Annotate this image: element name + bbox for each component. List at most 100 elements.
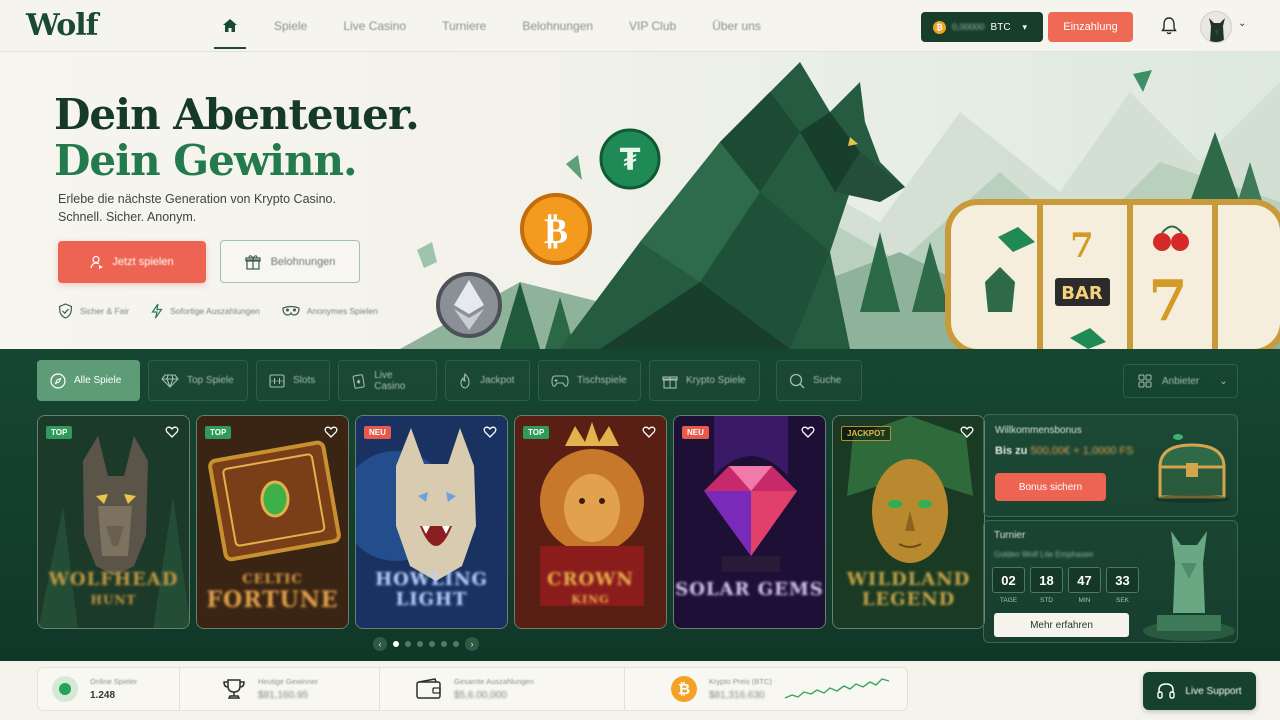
carousel-dot[interactable] <box>405 641 411 647</box>
rewards-label: Belohnungen <box>270 255 336 268</box>
account-chevron-icon[interactable]: ⌄ <box>1238 18 1246 29</box>
tab-slots[interactable]: Slots <box>256 360 330 401</box>
svg-text:₿: ₿ <box>544 211 568 252</box>
svg-text:7: 7 <box>1149 268 1188 334</box>
game-title: WOLFHEAD HUNT <box>38 570 189 610</box>
user-play-icon <box>90 255 104 269</box>
mask-icon <box>282 305 300 316</box>
tournament-panel: Turnier Golden Wolf Lite Emphasen 02 TAGE… <box>983 520 1238 643</box>
tab-all-games[interactable]: Alle Spiele <box>37 360 140 401</box>
tab-crypto-games[interactable]: Krypto Spiele <box>649 360 760 401</box>
tab-top-games[interactable]: Top Spiele <box>148 360 248 401</box>
games-section: Alle Spiele Top Spiele Slots Live Casino… <box>0 349 1280 661</box>
carousel-dot[interactable] <box>429 641 435 647</box>
wallet-icon <box>416 678 441 699</box>
carousel-next-button[interactable]: › <box>465 637 479 651</box>
slot-machine-icon <box>269 373 285 388</box>
online-status-icon <box>52 676 78 702</box>
learn-more-button[interactable]: Mehr erfahren <box>994 613 1129 637</box>
carousel-prev-button[interactable]: ‹ <box>373 637 387 651</box>
heart-icon[interactable] <box>324 425 338 439</box>
nav-item-belohnungen[interactable]: Belohnungen <box>522 19 593 33</box>
stat-online-players: Online Spieler 1.248 <box>38 668 180 710</box>
timer-days: 02 TAGE <box>992 567 1025 604</box>
timer-minutes: 47 MIN <box>1068 567 1101 604</box>
nav-item-live-casino[interactable]: Live Casino <box>343 19 406 33</box>
heart-icon[interactable] <box>483 425 497 439</box>
wallet-balance-dropdown[interactable]: ₿ 0,00000 BTC ▾ <box>921 12 1043 42</box>
nav-item-spiele[interactable]: Spiele <box>274 19 307 33</box>
price-sparkline <box>784 678 890 699</box>
bonus-title: Willkommensbonus <box>995 425 1082 436</box>
brand-logo[interactable]: Wolf <box>26 8 99 43</box>
stat-crypto-price: ₿ Krypto Preis (BTC) $81,316.630 <box>625 668 907 710</box>
headset-icon <box>1157 683 1176 699</box>
search-button[interactable]: Suche <box>776 360 862 401</box>
diamond-icon <box>161 373 179 388</box>
search-label: Suche <box>813 375 842 386</box>
hero-features: Sicher & Fair Sofortige Auszahlungen Ano… <box>58 303 400 319</box>
bonus-prefix: Bis zu <box>995 445 1028 457</box>
heart-icon[interactable] <box>165 425 179 439</box>
heart-icon[interactable] <box>801 425 815 439</box>
game-card[interactable]: NEU HOWLING LIGHT <box>355 415 508 629</box>
carousel-dot[interactable] <box>417 641 423 647</box>
game-card[interactable]: TOP CELTIC FORTUNE <box>196 415 349 629</box>
game-card[interactable]: TOP WOLFHEAD HUNT <box>37 415 190 629</box>
nav-item-ueber-uns[interactable]: Über uns <box>712 19 761 33</box>
cards-icon <box>352 373 365 389</box>
timer-seconds: 33 SEK <box>1106 567 1139 604</box>
tab-jackpot[interactable]: Jackpot <box>445 360 530 401</box>
rewards-button[interactable]: Belohnungen <box>220 240 360 283</box>
deposit-button[interactable]: Einzahlung <box>1048 12 1133 42</box>
game-title-line2: LEGEND <box>861 589 956 610</box>
carousel-dot[interactable] <box>441 641 447 647</box>
provider-dropdown[interactable]: Anbieter ⌄ <box>1123 364 1238 398</box>
play-now-label: Jetzt spielen <box>112 256 174 268</box>
claim-bonus-button[interactable]: Bonus sichern <box>995 473 1106 501</box>
timer-days-value: 02 <box>992 567 1025 593</box>
badge-new: NEU <box>682 426 709 439</box>
tab-crypto-games-label: Krypto Spiele <box>686 375 746 386</box>
tab-live-casino[interactable]: Live Casino <box>338 360 437 401</box>
game-card[interactable]: JACKPOT WILDLAND LEGEND <box>832 415 985 629</box>
game-card[interactable]: NEU SOLAR GEMS <box>673 415 826 629</box>
game-title-line2: KING <box>571 593 610 606</box>
play-now-button[interactable]: Jetzt spielen <box>58 241 206 283</box>
compass-icon <box>50 372 66 389</box>
carousel-dot[interactable] <box>453 641 459 647</box>
game-carousel: TOP WOLFHEAD HUNT TOP CELTIC FORTUNE NEU… <box>37 415 985 629</box>
feature-secure-label: Sicher & Fair <box>80 306 130 316</box>
heart-icon[interactable] <box>960 425 974 439</box>
provider-label: Anbieter <box>1162 375 1200 387</box>
main-nav: Spiele Live Casino Turniere Belohnungen … <box>214 0 797 52</box>
hero-subtitle-line2: Schnell. Sicher. Anonym. <box>58 210 197 224</box>
home-icon <box>223 18 237 32</box>
bitcoin-icon: ₿ <box>933 20 946 34</box>
carousel-dot[interactable] <box>393 641 399 647</box>
stat-today-winners: Heutige Gewinner $81,160.95 <box>180 668 380 710</box>
nav-item-turniere[interactable]: Turniere <box>442 19 486 33</box>
timer-seconds-unit: SEK <box>1115 597 1129 604</box>
trophy-icon <box>223 679 245 699</box>
bell-icon[interactable] <box>1160 16 1178 36</box>
tab-table-games[interactable]: Tischspiele <box>538 360 641 401</box>
nav-home[interactable] <box>214 3 246 49</box>
game-title-line2: LIGHT <box>395 589 468 610</box>
live-support-button[interactable]: Live Support <box>1143 672 1256 710</box>
game-title-line1: HOWLING <box>375 569 488 590</box>
bonus-amount: 500,00€ + 1,0000 FS <box>1030 445 1134 457</box>
stat-value: $5,6.00,000 <box>454 690 507 701</box>
nav-item-vip-club[interactable]: VIP Club <box>629 19 676 33</box>
hero-title-line2: Dein Gewinn. <box>54 136 358 185</box>
timer-days-unit: TAGE <box>999 597 1018 604</box>
hero-title-line1: Dein Abenteuer. <box>54 90 420 139</box>
timer-hours-value: 18 <box>1030 567 1063 593</box>
user-avatar[interactable] <box>1200 11 1232 43</box>
heart-icon[interactable] <box>642 425 656 439</box>
game-card[interactable]: TOP CROWN KING <box>514 415 667 629</box>
countdown-timer: 02 TAGE 18 STD 47 MIN 33 SEK <box>992 567 1139 604</box>
stat-value: 1.248 <box>90 690 116 701</box>
bitcoin-icon: ₿ <box>671 676 697 702</box>
gamepad-icon <box>551 374 569 387</box>
